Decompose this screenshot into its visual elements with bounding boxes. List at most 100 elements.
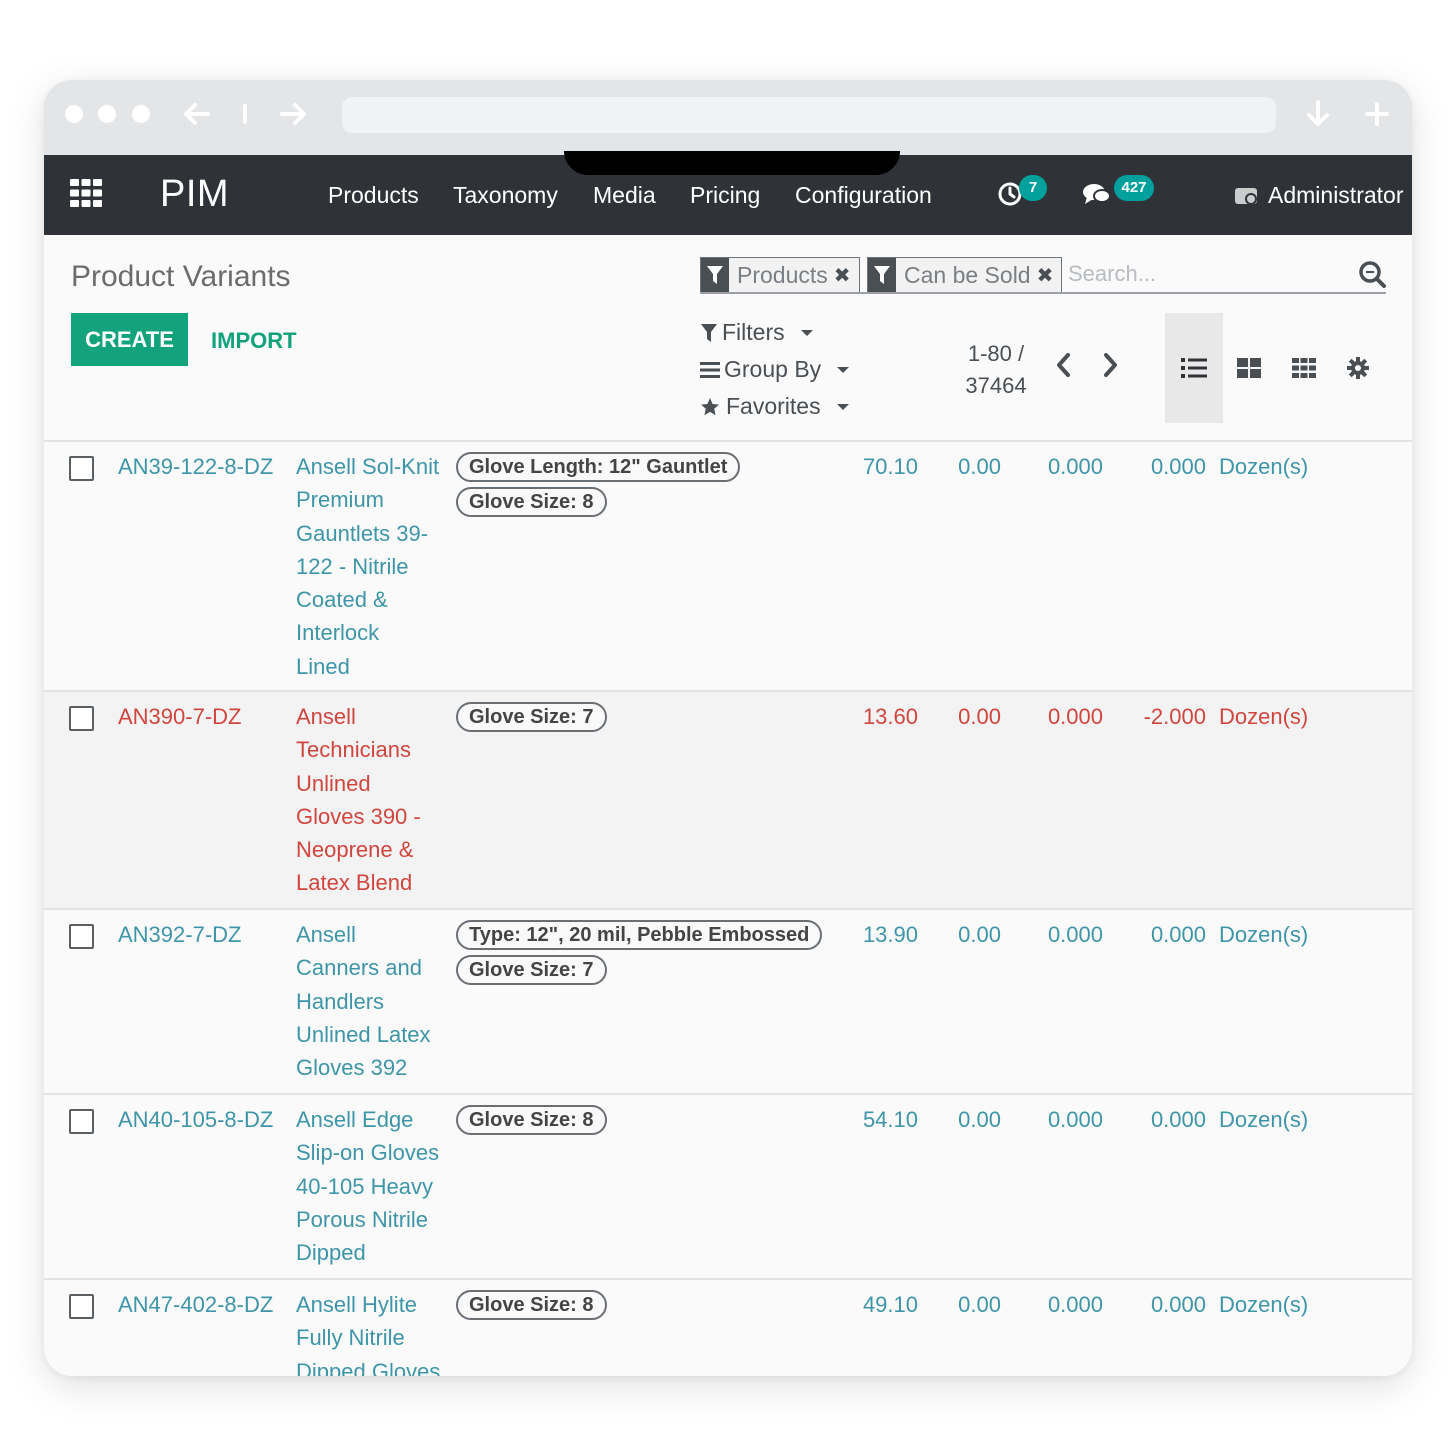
row-cost: 0.00	[958, 704, 1001, 729]
row-price: 54.10	[862, 1107, 918, 1132]
facet-label: Can be Sold	[904, 261, 1031, 288]
favorites-dropdown[interactable]: Favorites	[700, 393, 849, 420]
list-icon	[1181, 358, 1207, 378]
app-brand[interactable]: PIM	[160, 173, 229, 216]
row-on-hand: 0.000	[1047, 922, 1103, 947]
row-reference: AN47-402-8-DZ	[118, 1292, 274, 1317]
kanban-view-button[interactable]	[1220, 313, 1278, 423]
row-forecast: 0.000	[1150, 1107, 1206, 1132]
group-by-label: Group By	[724, 356, 822, 382]
back-arrow-icon[interactable]	[180, 98, 212, 130]
user-menu[interactable]: Administrator	[1234, 182, 1412, 209]
table-row[interactable]: AN39-122-8-DZ Ansell Sol-Knit Premium Gaun…	[44, 440, 1412, 690]
new-tab-plus-icon[interactable]	[1361, 98, 1393, 130]
row-cost: 0.00	[958, 922, 1001, 947]
attribute-tag: Type: 12", 20 mil, Pebble Embossed	[456, 920, 823, 950]
row-reference: AN392-7-DZ	[118, 922, 242, 947]
search-underline	[700, 292, 1386, 294]
camera-notch	[564, 151, 900, 175]
row-checkbox[interactable]	[69, 1294, 94, 1319]
row-product-name: Ansell Technicians Unlined Gloves 390 - Neop…	[296, 704, 421, 896]
list-view-button[interactable]	[1165, 313, 1223, 423]
menu-taxonomy[interactable]: Taxonomy	[453, 182, 558, 209]
row-checkbox[interactable]	[69, 1109, 94, 1134]
table-row[interactable]: AN47-402-8-DZ Ansell Hylite Fully Nitrile…	[44, 1278, 1412, 1376]
row-product-name: Ansell Sol-Knit Premium Gauntlets 39- 122 -…	[296, 454, 440, 679]
remove-facet-icon[interactable]: ✖	[1037, 263, 1062, 288]
row-price: 13.90	[862, 922, 918, 947]
caret-down-icon	[837, 366, 850, 373]
table-row[interactable]: AN40-105-8-DZ Ansell Edge Slip-on Gloves 4…	[44, 1093, 1412, 1278]
pager-previous-icon[interactable]	[1054, 352, 1074, 383]
settings-button[interactable]	[1329, 313, 1387, 423]
row-cost: 0.00	[958, 1292, 1001, 1317]
kanban-icon	[1237, 358, 1261, 378]
bars-icon	[700, 361, 720, 379]
row-checkbox[interactable]	[69, 924, 94, 949]
activity-button[interactable]: 7	[997, 175, 1057, 215]
window-minimize-dot[interactable]	[98, 105, 116, 123]
activity-count-badge: 7	[1019, 175, 1047, 201]
group-by-dropdown[interactable]: Group By	[700, 356, 850, 383]
menu-configuration[interactable]: Configuration	[795, 182, 932, 209]
app-window: PIM Products Taxonomy Media Pricing Conf…	[44, 80, 1412, 1376]
favorites-label: Favorites	[726, 393, 821, 419]
search-input[interactable]: Search...	[1068, 261, 1156, 287]
filter-icon	[701, 258, 729, 292]
row-checkbox[interactable]	[69, 706, 94, 731]
gear-icon	[1347, 357, 1369, 379]
row-on-hand: 0.000	[1047, 1107, 1103, 1132]
row-cost: 0.00	[958, 454, 1001, 479]
row-forecast: 0.000	[1150, 1292, 1206, 1317]
top-navbar: PIM Products Taxonomy Media Pricing Conf…	[44, 151, 1412, 235]
filter-icon	[868, 258, 896, 292]
menu-pricing[interactable]: Pricing	[690, 182, 760, 209]
row-uom: Dozen(s)	[1219, 922, 1309, 947]
row-cost: 0.00	[958, 1107, 1001, 1132]
search-facet-products[interactable]: Products ✖	[700, 257, 860, 293]
browser-chrome	[44, 80, 1412, 155]
row-checkbox[interactable]	[69, 456, 94, 481]
filters-dropdown[interactable]: Filters	[700, 319, 813, 346]
download-arrow-icon[interactable]	[1302, 98, 1334, 130]
row-price: 13.60	[862, 704, 918, 729]
reload-icon[interactable]	[229, 98, 261, 130]
row-forecast: 0.000	[1150, 454, 1206, 479]
attribute-tag: Glove Size: 8	[456, 487, 607, 517]
address-bar[interactable]	[342, 97, 1276, 133]
pager-next-icon[interactable]	[1100, 352, 1120, 383]
message-count-badge: 427	[1114, 175, 1154, 201]
row-forecast: 0.000	[1150, 922, 1206, 947]
row-reference: AN40-105-8-DZ	[118, 1107, 274, 1132]
apps-grid-icon[interactable]	[70, 179, 102, 209]
caret-down-icon	[800, 329, 813, 336]
search-facet-can-be-sold[interactable]: Can be Sold ✖	[867, 257, 1063, 293]
row-product-name: Ansell Canners and Handlers Unlined Latex Gl…	[296, 922, 431, 1081]
forward-arrow-icon[interactable]	[278, 98, 310, 130]
pager-total: 37464	[965, 373, 1027, 398]
window-maximize-dot[interactable]	[132, 105, 150, 123]
pager-range: 1-80 /	[967, 341, 1025, 366]
row-forecast: -2.000	[1143, 704, 1206, 729]
star-icon	[700, 397, 720, 417]
menu-products[interactable]: Products	[328, 182, 419, 209]
remove-facet-icon[interactable]: ✖	[834, 263, 859, 288]
create-button[interactable]: CREATE	[71, 313, 188, 366]
row-on-hand: 0.000	[1047, 704, 1103, 729]
search-icon[interactable]	[1358, 260, 1386, 293]
window-close-dot[interactable]	[65, 105, 83, 123]
table-row[interactable]: AN392-7-DZ Ansell Canners and Handlers Unli…	[44, 908, 1412, 1093]
row-on-hand: 0.000	[1047, 454, 1103, 479]
row-reference: AN39-122-8-DZ	[118, 454, 274, 479]
table-row[interactable]: AN390-7-DZ Ansell Technicians Unlined Glove…	[44, 690, 1412, 908]
row-price: 70.10	[862, 454, 918, 479]
menu-media[interactable]: Media	[593, 182, 656, 209]
attribute-tag: Glove Length: 12" Gauntlet	[456, 452, 741, 482]
messages-button[interactable]: 427	[1082, 175, 1162, 215]
filter-icon	[700, 323, 718, 342]
row-product-name: Ansell Hylite Fully Nitrile Dipped Gloves	[296, 1292, 441, 1376]
row-reference: AN390-7-DZ	[118, 704, 242, 729]
import-button[interactable]: IMPORT	[211, 328, 297, 354]
grid-view-button[interactable]	[1275, 313, 1333, 423]
pager-value[interactable]: 1-80 / 37464	[956, 338, 1036, 402]
